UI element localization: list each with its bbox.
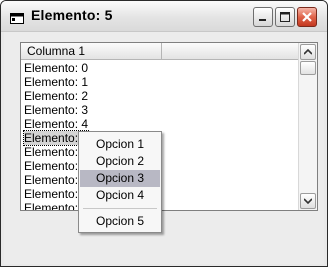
list-item[interactable]: Elemento: 3	[21, 103, 299, 117]
close-icon	[302, 12, 312, 22]
minimize-icon	[259, 19, 266, 21]
list-item[interactable]: Elemento: 1	[21, 75, 299, 89]
context-menu: Opcion 1 Opcion 2 Opcion 3 Opcion 4 Opci…	[78, 131, 162, 233]
window-icon	[10, 11, 24, 24]
maximize-icon	[280, 12, 290, 22]
chevron-down-icon	[304, 198, 312, 204]
title-bar[interactable]: Elemento: 5	[1, 1, 327, 32]
client-area: Columna 1 Elemento: 0 Elemento: 1 Elemen…	[4, 32, 324, 264]
close-button[interactable]	[297, 7, 317, 27]
menu-item-opcion-5[interactable]: Opcion 5	[80, 213, 160, 230]
menu-item-opcion-4[interactable]: Opcion 4	[80, 187, 160, 204]
minimize-button[interactable]	[253, 7, 273, 27]
chevron-up-icon	[304, 49, 312, 55]
maximize-button[interactable]	[275, 7, 295, 27]
list-header: Columna 1	[21, 43, 299, 60]
app-window: Elemento: 5 Columna 1 Elemento: 0 Elemen…	[0, 0, 328, 267]
window-title: Elemento: 5	[31, 7, 113, 23]
list-item[interactable]: Elemento: 0	[21, 61, 299, 75]
list-view[interactable]: Columna 1 Elemento: 0 Elemento: 1 Elemen…	[20, 42, 318, 211]
column-header-1[interactable]: Columna 1	[21, 43, 162, 59]
column-header-2[interactable]	[162, 43, 299, 59]
menu-item-opcion-2[interactable]: Opcion 2	[80, 153, 160, 170]
menu-item-opcion-1[interactable]: Opcion 1	[80, 136, 160, 153]
scroll-up-button[interactable]	[300, 44, 316, 60]
scroll-thumb[interactable]	[300, 61, 316, 75]
menu-item-opcion-3[interactable]: Opcion 3	[80, 170, 160, 187]
scroll-down-button[interactable]	[300, 193, 316, 209]
list-item[interactable]: Elemento: 2	[21, 89, 299, 103]
vertical-scrollbar[interactable]	[298, 43, 317, 210]
menu-separator	[83, 208, 157, 209]
list-item[interactable]: Elemento: 4	[21, 117, 299, 131]
